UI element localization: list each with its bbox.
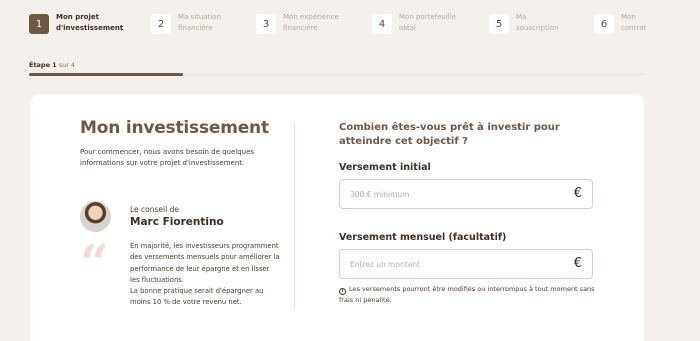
step-label: Mon projet d'investissement xyxy=(56,12,123,33)
initial-payment-label: Versement initial xyxy=(339,162,431,173)
monthly-payment-label: Versement mensuel (facultatif) xyxy=(339,232,507,243)
advice-paragraph: En majorité, les investisseurs programme… xyxy=(130,242,280,284)
step-label-line1: Mon portefeuille xyxy=(399,13,456,21)
step-label-line1: Ma situation xyxy=(178,13,222,21)
investment-card: Mon investissement Pour commencer, nous … xyxy=(30,94,644,341)
step-1[interactable]: 1 Mon projet d'investissement xyxy=(29,12,123,34)
advisor-kicker: Le conseil de xyxy=(130,205,179,214)
page-title: Mon investissement xyxy=(80,118,269,138)
step-3[interactable]: 3 Mon expérience financière xyxy=(256,12,345,34)
column-divider xyxy=(294,122,295,308)
step-label-line2: financière xyxy=(283,23,318,32)
step-label-line2: financière xyxy=(178,23,213,32)
step-4[interactable]: 4 Mon portefeuille idéal xyxy=(372,12,461,34)
step-label-line2: d'investissement xyxy=(56,23,124,32)
step-counter: Étape 1 sur 4 xyxy=(29,61,75,69)
monthly-payment-field[interactable]: € xyxy=(339,249,593,279)
step-counter-total: sur 4 xyxy=(58,61,76,69)
step-number: 4 xyxy=(372,14,392,34)
advice-text: En majorité, les investisseurs programme… xyxy=(130,241,280,309)
step-2[interactable]: 2 Ma situation financière xyxy=(151,12,240,34)
intro-text: Pour commencer, nous avons besoin de que… xyxy=(80,148,255,167)
step-label-line1: Mon projet xyxy=(56,13,99,21)
advisor-avatar xyxy=(80,201,111,232)
step-label-line1: Mon expérience xyxy=(283,13,339,21)
payment-note-text: Les versements pourront être modifiés ou… xyxy=(339,285,595,304)
euro-icon: € xyxy=(573,256,582,271)
initial-payment-input[interactable] xyxy=(350,180,560,208)
step-number: 2 xyxy=(151,14,171,34)
payment-note: i Les versements pourront être modifiés o… xyxy=(339,284,609,306)
step-label-line2: souscription xyxy=(516,23,559,32)
euro-icon: € xyxy=(573,186,582,201)
step-label: Ma situation financière xyxy=(178,12,240,33)
step-number: 5 xyxy=(489,14,509,34)
stepper: 1 Mon projet d'investissement 2 Ma situat… xyxy=(0,0,700,48)
monthly-payment-input[interactable] xyxy=(350,250,560,278)
step-counter-current: 1 xyxy=(52,61,57,69)
step-number: 1 xyxy=(29,14,49,34)
step-label-line1: Mon xyxy=(621,13,636,21)
progress-fill xyxy=(29,73,183,76)
advice-paragraph: La bonne pratique serait d'épargner au m… xyxy=(130,287,264,307)
advisor-name: Marc Fiorentino xyxy=(130,216,224,228)
step-number: 6 xyxy=(594,14,614,34)
step-6[interactable]: 6 Mon contrat xyxy=(594,12,661,34)
quote-icon: “ xyxy=(80,233,109,292)
step-5[interactable]: 5 Ma souscription xyxy=(489,12,578,34)
investment-question: Combien êtes-vous prêt à investir pour a… xyxy=(339,122,560,147)
info-icon: i xyxy=(339,288,346,295)
step-counter-label: Étape xyxy=(29,61,50,69)
step-label: Mon expérience financière xyxy=(283,12,345,33)
step-label: Ma souscription xyxy=(516,12,578,33)
step-label-line1: Ma xyxy=(516,13,527,21)
step-label-line2: contrat xyxy=(621,23,647,32)
initial-payment-field[interactable]: € xyxy=(339,179,593,209)
step-label-line2: idéal xyxy=(399,23,416,32)
step-label: Mon portefeuille idéal xyxy=(399,12,461,33)
progress-bar xyxy=(29,73,645,76)
step-label: Mon contrat xyxy=(621,12,661,33)
step-number: 3 xyxy=(256,14,276,34)
